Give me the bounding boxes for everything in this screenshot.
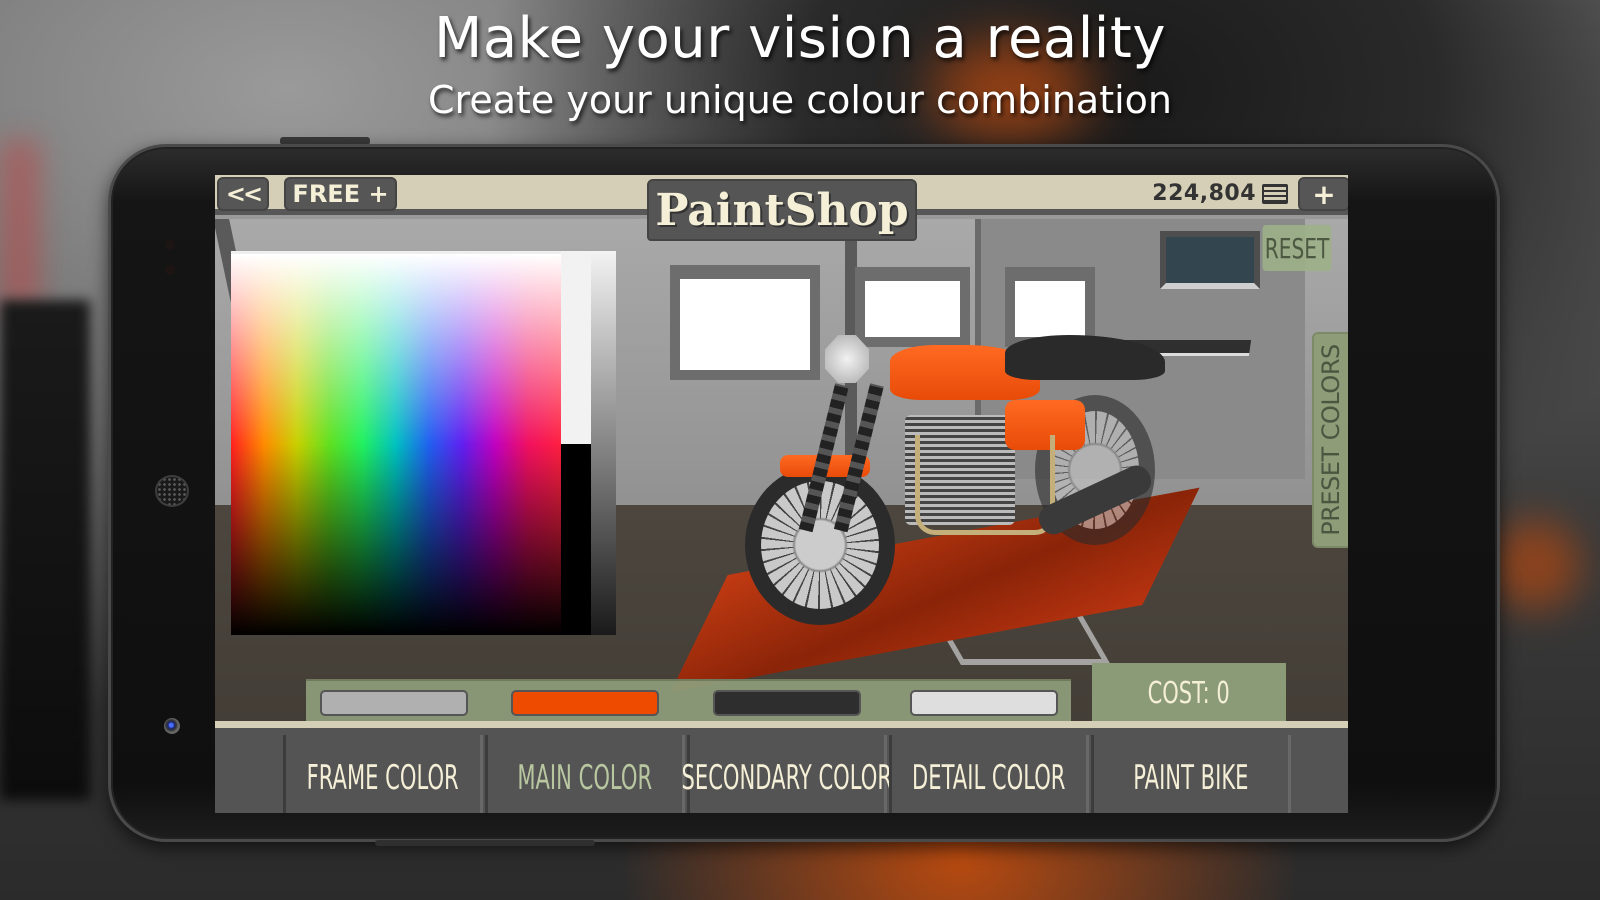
bottom-tab-bar: FRAME COLOR MAIN COLOR SECONDARY COLOR D… xyxy=(215,721,1348,813)
background-blur xyxy=(0,140,40,310)
cost-label: COST: 0 xyxy=(1147,675,1231,711)
page-title: PaintShop xyxy=(647,179,917,241)
game-screen: << FREE + PaintShop 224,804 + RESET PRES… xyxy=(215,175,1348,813)
frame-color-swatch[interactable] xyxy=(320,690,468,716)
back-button[interactable]: << xyxy=(217,177,269,211)
detail-color-swatch[interactable] xyxy=(910,690,1058,716)
currency-amount: 224,804 xyxy=(1152,181,1256,206)
headlight xyxy=(825,335,869,383)
color-picker-canvas[interactable] xyxy=(231,251,561,635)
buy-currency-button[interactable]: + xyxy=(1298,177,1348,211)
phone-button xyxy=(375,840,595,846)
tab-secondary-color[interactable]: SECONDARY COLOR xyxy=(682,735,892,813)
sensor-icon xyxy=(165,265,175,275)
tab-detail-color[interactable]: DETAIL COLOR xyxy=(889,735,1089,813)
background-blur xyxy=(1490,520,1580,610)
motorcycle-model[interactable] xyxy=(735,245,1185,645)
speaker-icon xyxy=(155,475,189,507)
camera-icon xyxy=(164,718,180,734)
secondary-color-swatch[interactable] xyxy=(713,690,861,716)
cash-icon xyxy=(1262,183,1288,204)
promo-headline: Make your vision a reality xyxy=(434,6,1166,71)
tab-paint-bike[interactable]: PAINT BIKE xyxy=(1091,735,1291,813)
exhaust-pipe xyxy=(915,435,1055,535)
brightness-slider[interactable] xyxy=(591,251,616,635)
background-blur xyxy=(0,300,90,800)
free-currency-button[interactable]: FREE + xyxy=(284,177,397,211)
cost-display: COST: 0 xyxy=(1092,663,1286,723)
reset-button[interactable]: RESET xyxy=(1262,225,1332,271)
preset-colors-label: PRESET COLORS xyxy=(1317,344,1345,536)
promo-subheadline: Create your unique colour combination xyxy=(428,78,1172,122)
sensor-icon xyxy=(165,240,175,250)
color-preview-light xyxy=(561,251,591,444)
currency-display: 224,804 xyxy=(1152,181,1288,206)
seat xyxy=(1005,335,1165,380)
preset-colors-tab[interactable]: PRESET COLORS xyxy=(1312,332,1348,548)
main-color-swatch[interactable] xyxy=(511,690,659,716)
tab-main-color[interactable]: MAIN COLOR xyxy=(485,735,685,813)
tab-frame-color[interactable]: FRAME COLOR xyxy=(283,735,483,813)
color-preview-dark xyxy=(561,444,591,635)
color-swatch-bar xyxy=(306,679,1071,723)
